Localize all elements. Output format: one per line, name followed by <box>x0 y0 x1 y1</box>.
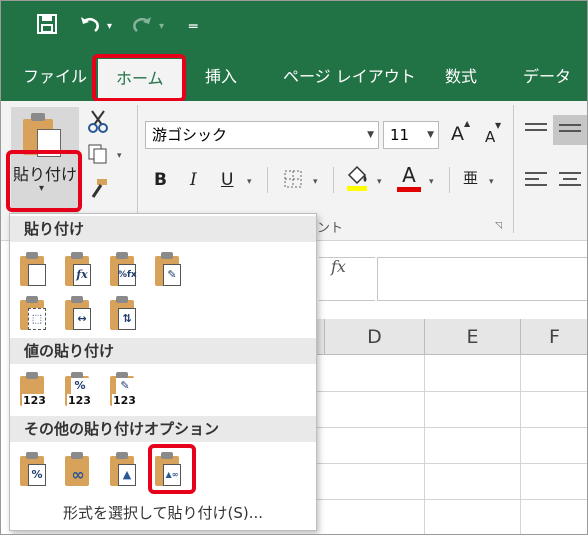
highlight-home-tab <box>92 54 186 102</box>
font-color-dropdown-icon[interactable]: ▾ <box>429 177 434 187</box>
paste-options-menu: 貼り付け fx %fx ✎ ⬚ ↔ ⇅ 値の貼り付け 123 % 123 ✎ 1… <box>9 213 317 531</box>
chevron-down-icon: ▼ <box>427 130 434 140</box>
font-size-combo[interactable]: 11 ▼ <box>383 121 439 149</box>
tab-file[interactable]: ファイル <box>23 65 87 89</box>
ribbon-tabs: ファイル ホーム 挿入 ページ レイアウト 数式 データ <box>1 53 587 101</box>
underline-button[interactable]: U <box>221 169 233 191</box>
column-header-f[interactable]: F <box>521 319 587 355</box>
section-paste-header: 貼り付け <box>10 216 316 242</box>
italic-button[interactable]: I <box>190 169 197 191</box>
paste-link-icon[interactable]: ∞ <box>65 452 95 488</box>
grow-font-arrow-icon: ▲ <box>464 119 471 128</box>
paste-icon[interactable] <box>20 252 50 288</box>
column-header-e[interactable]: E <box>425 319 521 355</box>
insert-function-button[interactable]: fx <box>331 257 346 276</box>
redo-icon[interactable] <box>131 13 153 41</box>
values-number-format-icon[interactable]: % 123 <box>65 372 95 408</box>
paste-formulas-icon[interactable]: fx <box>65 252 95 288</box>
shrink-font-button[interactable]: A <box>485 126 495 148</box>
undo-icon[interactable] <box>79 13 101 41</box>
tab-page-layout[interactable]: ページ レイアウト <box>283 65 416 89</box>
fill-color-icon[interactable] <box>345 165 369 197</box>
align-left-icon[interactable] <box>525 171 547 193</box>
redo-dropdown-icon[interactable]: ▾ <box>159 13 164 41</box>
section-values-header: 値の貼り付け <box>10 338 316 364</box>
border-dropdown-icon[interactable]: ▾ <box>313 177 318 187</box>
transpose-icon[interactable]: ⇅ <box>110 296 140 332</box>
excel-window: ▾ ▾ ═ ファイル ホーム 挿入 ページ レイアウト 数式 データ 貼り付け … <box>0 0 588 535</box>
font-color-swatch <box>397 187 421 192</box>
phonetic-dropdown-icon[interactable]: ▾ <box>489 177 494 187</box>
formula-input[interactable] <box>377 257 587 301</box>
highlight-linked-picture <box>148 444 196 494</box>
fill-color-dropdown-icon[interactable]: ▾ <box>377 177 382 187</box>
font-color-button[interactable]: A <box>397 165 421 185</box>
format-painter-icon[interactable] <box>87 177 109 203</box>
copy-icon[interactable] <box>87 143 109 169</box>
bold-button[interactable]: B <box>154 169 167 191</box>
font-group-label: ント <box>317 221 344 236</box>
border-icon[interactable] <box>283 169 303 193</box>
tab-data[interactable]: データ <box>523 65 571 89</box>
quick-access-toolbar: ▾ ▾ ═ <box>1 1 587 53</box>
undo-dropdown-icon[interactable]: ▾ <box>107 13 112 41</box>
save-icon[interactable] <box>37 13 57 41</box>
underline-dropdown-icon[interactable]: ▾ <box>247 177 252 187</box>
font-dialog-launcher-icon[interactable]: ◹ <box>495 221 502 231</box>
section-other-header: その他の貼り付けオプション <box>10 416 316 442</box>
keep-column-widths-icon[interactable]: ↔ <box>65 296 95 332</box>
cut-icon[interactable] <box>87 109 109 137</box>
formula-bar-left <box>319 257 375 301</box>
values-icon[interactable]: 123 <box>20 372 50 408</box>
font-name-value: 游ゴシック <box>152 126 228 144</box>
align-middle-button[interactable] <box>553 115 587 145</box>
values-source-formatting-icon[interactable]: ✎ 123 <box>110 372 140 408</box>
keep-source-formatting-icon[interactable]: ✎ <box>155 252 185 288</box>
chevron-down-icon: ▼ <box>367 130 374 140</box>
copy-dropdown-icon[interactable]: ▾ <box>117 151 122 161</box>
font-name-combo[interactable]: 游ゴシック ▼ <box>145 121 379 149</box>
highlight-paste-button <box>6 150 82 212</box>
tab-formulas[interactable]: 数式 <box>445 65 477 89</box>
formatting-icon[interactable]: % <box>20 452 50 488</box>
column-header-d[interactable]: D <box>325 319 425 355</box>
phonetic-icon[interactable]: 亜 <box>463 167 478 188</box>
grow-font-button[interactable]: A <box>451 123 464 145</box>
picture-icon[interactable]: ▲ <box>110 452 140 488</box>
paste-formulas-number-format-icon[interactable]: %fx <box>110 252 140 288</box>
tab-insert[interactable]: 挿入 <box>205 65 237 89</box>
customize-qat-icon[interactable]: ═ <box>189 13 197 41</box>
font-size-value: 11 <box>390 126 410 144</box>
align-top-icon[interactable] <box>525 121 547 140</box>
align-center-icon[interactable] <box>559 171 581 193</box>
paste-special-link[interactable]: 形式を選択して貼り付け(S)... <box>10 500 316 526</box>
no-borders-icon[interactable]: ⬚ <box>20 296 50 332</box>
shrink-font-arrow-icon: ▼ <box>495 121 502 130</box>
